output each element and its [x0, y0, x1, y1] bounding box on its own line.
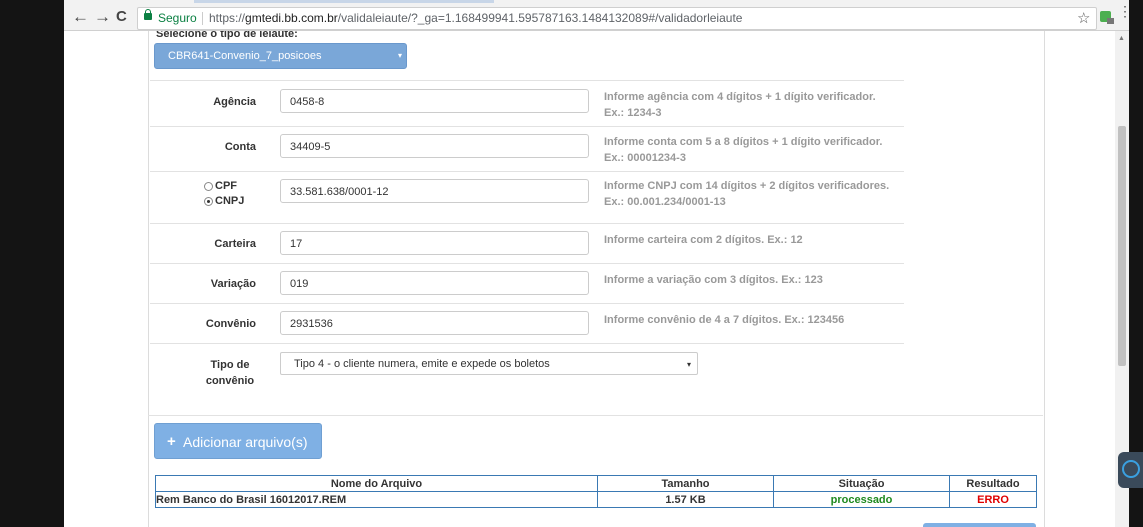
tipo-convenio-select[interactable]: Tipo 4 - o cliente numera, emite e exped…: [280, 352, 698, 375]
forward-icon[interactable]: →: [94, 7, 111, 27]
address-bar[interactable]: Seguro https://gmtedi.bb.com.br/validale…: [137, 7, 1097, 30]
url-scheme: https://: [209, 11, 246, 25]
add-file-label: Adicionar arquivo(s): [183, 434, 308, 450]
bookmark-star-icon[interactable]: ☆: [1077, 8, 1090, 29]
conta-input[interactable]: 34409-5: [280, 134, 589, 158]
browser-window: ← → C Seguro https://gmtedi.bb.com.br/va…: [64, 0, 1132, 527]
file-size: 1.57 KB: [597, 491, 774, 508]
back-icon[interactable]: ←: [72, 7, 89, 27]
convenio-help: Informe convênio de 4 a 7 dígitos. Ex.: …: [604, 312, 924, 328]
file-result[interactable]: ERRO: [949, 491, 1037, 508]
label-line: Tipo de: [210, 359, 250, 371]
plus-icon: +: [167, 433, 176, 450]
divider: [150, 263, 904, 264]
radio-circle-selected: [204, 196, 213, 206]
divider: [150, 303, 904, 304]
radio-cpf[interactable]: CPF: [204, 180, 237, 192]
column-header: Tamanho: [597, 475, 774, 492]
tipo-convenio-value: Tipo 4 - o cliente numera, emite e exped…: [294, 358, 550, 370]
secure-label: Seguro: [158, 11, 197, 25]
url-host: gmtedi.bb.com.br: [245, 11, 338, 25]
divider: [150, 171, 904, 172]
divider: [148, 415, 1043, 416]
radio-cnpj-label: CNPJ: [215, 195, 245, 207]
table-row[interactable]: Rem Banco do Brasil 16012017.REM 1.57 KB…: [155, 491, 1037, 508]
cnpj-help: Informe CNPJ com 14 dígitos + 2 dígitos …: [604, 178, 924, 210]
divider: [150, 80, 904, 81]
agencia-help: Informe agência com 4 dígitos + 1 dígito…: [604, 89, 924, 121]
agencia-input[interactable]: 0458-8: [280, 89, 589, 113]
file-name: Rem Banco do Brasil 16012017.REM: [155, 491, 598, 508]
radio-cpf-label: CPF: [215, 180, 237, 192]
divider: [150, 126, 904, 127]
active-tab-edge: [194, 0, 494, 3]
reload-icon[interactable]: C: [116, 7, 127, 27]
extension-icon[interactable]: [1099, 9, 1115, 25]
help-line: Informe a variação com 3 dígitos. Ex.: 1…: [604, 274, 823, 286]
file-status: processado: [773, 491, 950, 508]
scroll-up-icon[interactable]: ▲: [1118, 35, 1125, 42]
left-background: [0, 0, 64, 527]
tipo-convenio-label: Tipo de convênio: [204, 357, 256, 389]
help-line: Ex.: 00001234-3: [604, 152, 686, 164]
column-header: Resultado: [949, 475, 1037, 492]
scrollbar-thumb[interactable]: [1118, 126, 1126, 366]
chevron-down-icon: ▾: [686, 360, 691, 369]
lock-icon: [144, 9, 152, 20]
side-widget-tab[interactable]: [1118, 452, 1143, 488]
convenio-label: Convênio: [205, 318, 256, 330]
conta-label: Conta: [224, 141, 256, 153]
carteira-help: Informe carteira com 2 dígitos. Ex.: 12: [604, 232, 924, 248]
layout-select[interactable]: CBR641-Convenio_7_posicoes ▾: [154, 43, 407, 69]
carteira-input[interactable]: 17: [280, 231, 589, 255]
variacao-help: Informe a variação com 3 dígitos. Ex.: 1…: [604, 272, 924, 288]
conta-help: Informe conta com 5 a 8 dígitos + 1 dígi…: [604, 134, 924, 166]
divider: [150, 343, 904, 344]
convenio-input[interactable]: 2931536: [280, 311, 589, 335]
variacao-input[interactable]: 019: [280, 271, 589, 295]
partial-button[interactable]: [923, 523, 1036, 527]
radio-circle: [204, 181, 213, 191]
variacao-label: Variação: [210, 278, 256, 290]
label-line: convênio: [205, 375, 255, 387]
agencia-label: Agência: [213, 96, 256, 108]
help-line: Informe agência com 4 dígitos + 1 dígito…: [604, 91, 876, 103]
widget-icon: [1122, 460, 1140, 478]
cnpj-input[interactable]: 33.581.638/0001-12: [280, 179, 589, 203]
url-path: /validaleiaute/?_ga=1.168499941.59578716…: [337, 11, 743, 25]
layout-label: Selecione o tipo de leiaute:: [156, 31, 298, 40]
help-line: Ex.: 00.001.234/0001-13: [604, 196, 726, 208]
help-line: Informe conta com 5 a 8 dígitos + 1 dígi…: [604, 136, 883, 148]
carteira-label: Carteira: [214, 238, 256, 250]
address-separator: [202, 12, 203, 25]
right-background: [1129, 0, 1143, 527]
browser-menu-icon[interactable]: ⋮: [1118, 4, 1132, 18]
radio-cnpj[interactable]: CNPJ: [204, 195, 244, 207]
files-table: Nome do Arquivo Tamanho Situação Resulta…: [155, 475, 1037, 508]
browser-toolbar: ← → C Seguro https://gmtedi.bb.com.br/va…: [64, 4, 1132, 31]
url-text: https://gmtedi.bb.com.br/validaleiaute/?…: [209, 8, 742, 29]
help-line: Ex.: 1234-3: [604, 107, 662, 119]
help-line: Informe convênio de 4 a 7 dígitos. Ex.: …: [604, 314, 845, 326]
column-header: Nome do Arquivo: [155, 475, 598, 492]
column-header: Situação: [773, 475, 950, 492]
table-header-row: Nome do Arquivo Tamanho Situação Resulta…: [155, 475, 1037, 492]
layout-select-value: CBR641-Convenio_7_posicoes: [168, 50, 322, 62]
add-file-button[interactable]: + Adicionar arquivo(s): [154, 423, 322, 459]
divider: [150, 223, 904, 224]
help-line: Informe carteira com 2 dígitos. Ex.: 12: [604, 234, 803, 246]
page-content: Selecione o tipo de leiaute: CBR641-Conv…: [64, 31, 1115, 527]
help-line: Informe CNPJ com 14 dígitos + 2 dígitos …: [604, 180, 890, 192]
chevron-down-icon: ▾: [397, 51, 402, 60]
